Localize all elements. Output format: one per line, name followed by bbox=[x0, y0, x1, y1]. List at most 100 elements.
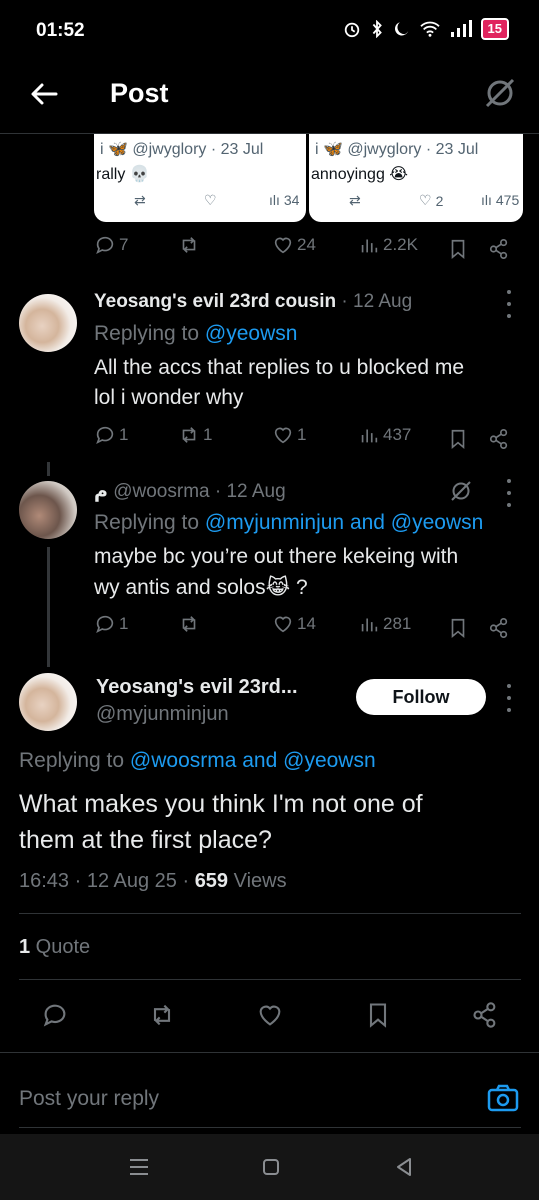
share-icon[interactable] bbox=[488, 428, 510, 450]
divider bbox=[19, 913, 521, 914]
views-button[interactable]: 2.2K bbox=[358, 234, 418, 256]
quoted-card-header: i 🦋 @jwyglory · 23 Jul bbox=[315, 141, 479, 158]
like-count: 14 bbox=[297, 614, 316, 633]
repost-icon[interactable] bbox=[148, 1001, 176, 1029]
wifi-icon bbox=[419, 21, 440, 37]
avatar[interactable] bbox=[19, 481, 77, 539]
mention-link[interactable]: @myjunminjun and @yeowsn bbox=[205, 511, 483, 534]
status-icons: 15 bbox=[343, 18, 509, 40]
thread-connector bbox=[47, 547, 50, 667]
replying-prefix: Replying to bbox=[94, 322, 205, 345]
more-options-icon[interactable] bbox=[504, 684, 514, 712]
views-icon bbox=[361, 429, 378, 443]
repost-count: 1 bbox=[203, 425, 213, 444]
quoted-card-text: rally 💀 bbox=[96, 166, 150, 183]
quoted-card-text: annoyingg 😭 bbox=[311, 166, 408, 183]
focus-post-actions bbox=[0, 1001, 539, 1033]
post-text-line: maybe bc you’re out there kekeing with bbox=[94, 545, 459, 568]
replying-to: Replying to @yeowsn bbox=[94, 322, 297, 346]
avatar[interactable] bbox=[19, 673, 77, 731]
replying-to: Replying to @myjunminjun and @yeowsn bbox=[94, 511, 483, 535]
thread-connector bbox=[47, 462, 50, 476]
quoted-image-card[interactable]: i 🦋 @jwyglory · 23 Jul rally 💀 ⇄ ♡ ılı 34 bbox=[94, 134, 306, 222]
signal-icon bbox=[450, 20, 472, 37]
system-nav-bar bbox=[0, 1134, 539, 1200]
share-icon[interactable] bbox=[488, 617, 510, 639]
bookmark-icon[interactable] bbox=[447, 617, 469, 639]
more-options-icon[interactable] bbox=[504, 290, 514, 318]
reply-icon: ⇄ bbox=[134, 192, 146, 208]
views-icon bbox=[361, 239, 378, 253]
post-text-line: All the accs that replies to u blocked m… bbox=[94, 356, 465, 379]
repost-icon bbox=[182, 427, 196, 443]
reply-input[interactable]: Post your reply bbox=[19, 1087, 159, 1111]
page-title: Post bbox=[110, 78, 169, 108]
repost-icon bbox=[182, 616, 196, 632]
heart-icon[interactable] bbox=[256, 1001, 284, 1029]
reply-icon[interactable] bbox=[41, 1001, 69, 1029]
reply-count: 1 bbox=[119, 425, 129, 444]
quoted-card-header: i 🦋 @jwyglory · 23 Jul bbox=[100, 141, 264, 158]
repost-button[interactable] bbox=[178, 613, 200, 635]
bookmark-icon[interactable] bbox=[364, 1001, 392, 1029]
grok-icon[interactable] bbox=[449, 479, 473, 503]
views-label: Views bbox=[228, 870, 287, 892]
divider bbox=[19, 1127, 521, 1128]
replying-prefix: Replying to bbox=[19, 749, 130, 772]
reply-composer[interactable]: Post your reply bbox=[0, 1052, 539, 1134]
reply-icon bbox=[96, 426, 114, 445]
bookmark-icon[interactable] bbox=[447, 428, 469, 450]
quote-label: Quote bbox=[30, 936, 91, 958]
repost-icon bbox=[182, 237, 196, 253]
reply-icon bbox=[96, 236, 114, 255]
like-button[interactable]: 24 bbox=[272, 234, 316, 256]
reply-button[interactable]: 1 bbox=[94, 424, 128, 446]
view-count: 437 bbox=[383, 425, 412, 444]
back-arrow-icon[interactable] bbox=[28, 78, 60, 110]
like-count: 1 bbox=[297, 425, 307, 444]
views-stat: ılı 475 bbox=[481, 192, 520, 208]
views-button[interactable]: 437 bbox=[358, 424, 411, 446]
status-time: 01:52 bbox=[36, 20, 85, 41]
repost-button[interactable]: 1 bbox=[178, 424, 212, 446]
camera-icon[interactable] bbox=[487, 1083, 519, 1113]
bookmark-icon[interactable] bbox=[447, 238, 469, 260]
like-count: 24 bbox=[297, 235, 316, 254]
like-button[interactable]: 1 bbox=[272, 424, 306, 446]
reply-author[interactable]: Yeosang's evil 23rd cousin · 12 Aug bbox=[94, 291, 412, 313]
views-stat: ılı 34 bbox=[269, 192, 300, 208]
reply2-actions: 1 14 281 bbox=[0, 613, 539, 643]
views-button[interactable]: 281 bbox=[358, 613, 411, 635]
back-nav-icon[interactable] bbox=[395, 1157, 413, 1177]
focus-author-handle[interactable]: @myjunminjun bbox=[96, 703, 229, 726]
quote-count-link[interactable]: 1 Quote bbox=[19, 936, 90, 959]
more-options-icon[interactable] bbox=[504, 479, 514, 507]
recent-apps-icon[interactable] bbox=[128, 1157, 150, 1177]
follow-button[interactable]: Follow bbox=[356, 679, 486, 715]
quoted-image-card[interactable]: i 🦋 @jwyglory · 23 Jul annoyingg 😭 ⇄ ♡ 2 … bbox=[309, 134, 523, 222]
home-icon[interactable] bbox=[262, 1158, 280, 1176]
share-icon[interactable] bbox=[471, 1001, 499, 1029]
post-date: · 12 Aug bbox=[341, 291, 413, 312]
like-button[interactable]: 14 bbox=[272, 613, 316, 635]
heart-icon bbox=[274, 427, 292, 444]
mention-link[interactable]: @woosrma and @yeowsn bbox=[130, 749, 376, 772]
view-count: 281 bbox=[383, 614, 412, 633]
share-icon[interactable] bbox=[488, 238, 510, 260]
reply-button[interactable]: 1 bbox=[94, 613, 128, 635]
focus-author-name[interactable]: Yeosang's evil 23rd... bbox=[96, 676, 298, 699]
grok-icon[interactable] bbox=[483, 76, 517, 110]
bluetooth-icon bbox=[372, 20, 382, 38]
repost-button[interactable] bbox=[178, 234, 200, 256]
reply-author[interactable]: م @woosrma · 12 Aug bbox=[94, 480, 286, 503]
reply-count: 1 bbox=[119, 614, 129, 633]
post-date: · 12 Aug bbox=[214, 481, 286, 502]
battery-indicator: 15 bbox=[480, 18, 509, 40]
reply-button[interactable]: 7 bbox=[94, 234, 128, 256]
avatar[interactable] bbox=[19, 294, 77, 352]
post-text-line: them at the first place? bbox=[19, 826, 272, 854]
views-count: 659 bbox=[194, 870, 229, 892]
mention-link[interactable]: @yeowsn bbox=[205, 322, 298, 345]
replying-to: Replying to @woosrma and @yeowsn bbox=[19, 749, 376, 773]
repost-icon: ⇄ bbox=[349, 192, 361, 208]
